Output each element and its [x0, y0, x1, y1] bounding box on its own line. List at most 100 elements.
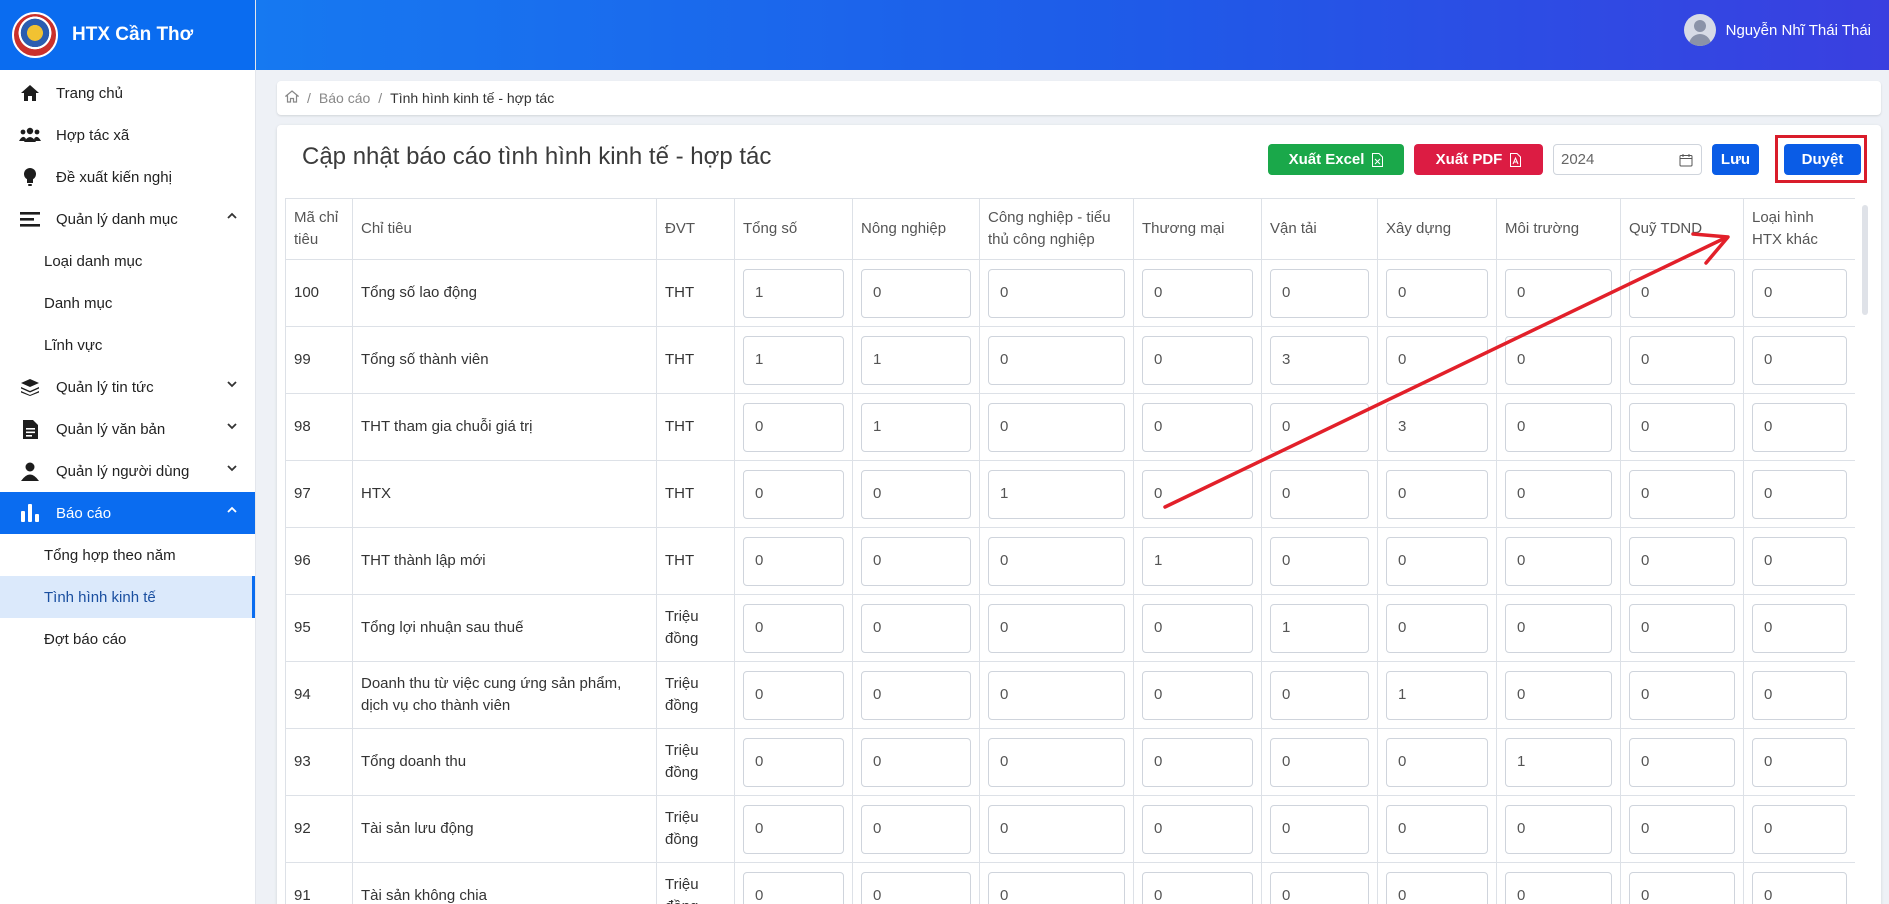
value-input[interactable]: 0 — [861, 469, 971, 519]
value-input[interactable]: 0 — [1142, 737, 1253, 787]
value-input[interactable]: 0 — [1505, 536, 1612, 586]
value-input[interactable]: 0 — [861, 871, 971, 904]
value-input[interactable]: 0 — [988, 335, 1125, 385]
value-input[interactable]: 0 — [1629, 536, 1735, 586]
value-input[interactable]: 0 — [1629, 603, 1735, 653]
sidebar-item-report-periods[interactable]: Đợt báo cáo — [0, 618, 255, 660]
value-input[interactable]: 0 — [1142, 402, 1253, 452]
value-input[interactable]: 3 — [1270, 335, 1369, 385]
value-input[interactable]: 0 — [861, 536, 971, 586]
sidebar-item-category-list[interactable]: Danh mục — [0, 282, 255, 324]
value-input[interactable]: 0 — [1270, 871, 1369, 904]
sidebar-item-category-types[interactable]: Loại danh mục — [0, 240, 255, 282]
value-input[interactable]: 0 — [1629, 804, 1735, 854]
value-input[interactable]: 0 — [1142, 603, 1253, 653]
value-input[interactable]: 0 — [1386, 871, 1488, 904]
value-input[interactable]: 1 — [988, 469, 1125, 519]
value-input[interactable]: 0 — [743, 737, 844, 787]
sidebar-item-home[interactable]: Trang chủ — [0, 72, 255, 114]
value-input[interactable]: 0 — [1752, 469, 1847, 519]
value-input[interactable]: 0 — [988, 402, 1125, 452]
value-input[interactable]: 0 — [1142, 871, 1253, 904]
value-input[interactable]: 0 — [743, 670, 844, 720]
value-input[interactable]: 0 — [1386, 804, 1488, 854]
brand[interactable]: HTX Cần Thơ — [0, 0, 255, 70]
value-input[interactable]: 1 — [861, 335, 971, 385]
value-input[interactable]: 0 — [1142, 335, 1253, 385]
value-input[interactable]: 0 — [861, 603, 971, 653]
value-input[interactable]: 0 — [1270, 402, 1369, 452]
value-input[interactable]: 0 — [1629, 737, 1735, 787]
value-input[interactable]: 0 — [1752, 402, 1847, 452]
value-input[interactable]: 0 — [988, 268, 1125, 318]
value-input[interactable]: 0 — [1505, 871, 1612, 904]
value-input[interactable]: 0 — [861, 670, 971, 720]
value-input[interactable]: 0 — [1629, 469, 1735, 519]
sidebar-item-news[interactable]: Quản lý tin tức — [0, 366, 255, 408]
year-picker[interactable]: 2024 — [1553, 144, 1702, 175]
user-menu[interactable]: Nguyễn Nhĩ Thái Thái — [1683, 14, 1871, 46]
value-input[interactable]: 0 — [1386, 335, 1488, 385]
value-input[interactable]: 0 — [988, 603, 1125, 653]
value-input[interactable]: 0 — [1629, 871, 1735, 904]
value-input[interactable]: 0 — [1505, 670, 1612, 720]
value-input[interactable]: 0 — [988, 737, 1125, 787]
value-input[interactable]: 0 — [1142, 469, 1253, 519]
home-icon[interactable] — [284, 90, 300, 106]
sidebar-item-economic-situation[interactable]: Tình hình kinh tế — [0, 576, 255, 618]
sidebar-item-reports[interactable]: Báo cáo — [0, 492, 255, 534]
value-input[interactable]: 0 — [861, 804, 971, 854]
value-input[interactable]: 0 — [1505, 268, 1612, 318]
value-input[interactable]: 0 — [743, 871, 844, 904]
value-input[interactable]: 1 — [1505, 737, 1612, 787]
value-input[interactable]: 0 — [1386, 536, 1488, 586]
value-input[interactable]: 1 — [861, 402, 971, 452]
value-input[interactable]: 0 — [1752, 268, 1847, 318]
value-input[interactable]: 0 — [1752, 804, 1847, 854]
sidebar-item-documents[interactable]: Quản lý văn bản — [0, 408, 255, 450]
value-input[interactable]: 0 — [1505, 603, 1612, 653]
breadcrumb-reports[interactable]: Báo cáo — [319, 90, 370, 106]
value-input[interactable]: 0 — [1752, 603, 1847, 653]
value-input[interactable]: 0 — [988, 804, 1125, 854]
value-input[interactable]: 1 — [1270, 603, 1369, 653]
value-input[interactable]: 0 — [1270, 536, 1369, 586]
value-input[interactable]: 0 — [988, 871, 1125, 904]
value-input[interactable]: 1 — [1142, 536, 1253, 586]
value-input[interactable]: 0 — [1752, 536, 1847, 586]
value-input[interactable]: 3 — [1386, 402, 1488, 452]
value-input[interactable]: 0 — [743, 402, 844, 452]
value-input[interactable]: 0 — [1386, 737, 1488, 787]
calendar-icon[interactable] — [1679, 153, 1693, 167]
value-input[interactable]: 0 — [1270, 737, 1369, 787]
export-pdf-button[interactable]: Xuất PDF — [1414, 144, 1543, 175]
value-input[interactable]: 0 — [1752, 871, 1847, 904]
sidebar-item-users[interactable]: Quản lý người dùng — [0, 450, 255, 492]
value-input[interactable]: 0 — [743, 536, 844, 586]
value-input[interactable]: 0 — [861, 268, 971, 318]
value-input[interactable]: 0 — [1752, 737, 1847, 787]
sidebar-item-fields[interactable]: Lĩnh vực — [0, 324, 255, 366]
sidebar-item-yearly-summary[interactable]: Tổng hợp theo năm — [0, 534, 255, 576]
value-input[interactable]: 0 — [1629, 402, 1735, 452]
value-input[interactable]: 0 — [1386, 469, 1488, 519]
sidebar-item-cooperatives[interactable]: Hợp tác xã — [0, 114, 255, 156]
value-input[interactable]: 0 — [861, 737, 971, 787]
sidebar-item-proposals[interactable]: Đề xuất kiến nghị — [0, 156, 255, 198]
value-input[interactable]: 0 — [988, 536, 1125, 586]
value-input[interactable]: 0 — [988, 670, 1125, 720]
table-scrollbar[interactable] — [1862, 205, 1868, 315]
value-input[interactable]: 0 — [1270, 670, 1369, 720]
value-input[interactable]: 0 — [1505, 335, 1612, 385]
sidebar-item-categories[interactable]: Quản lý danh mục — [0, 198, 255, 240]
value-input[interactable]: 0 — [1505, 469, 1612, 519]
value-input[interactable]: 0 — [1386, 268, 1488, 318]
value-input[interactable]: 0 — [1142, 804, 1253, 854]
value-input[interactable]: 0 — [1629, 670, 1735, 720]
value-input[interactable]: 0 — [1505, 402, 1612, 452]
value-input[interactable]: 0 — [1629, 335, 1735, 385]
value-input[interactable]: 0 — [1752, 670, 1847, 720]
value-input[interactable]: 0 — [1629, 268, 1735, 318]
value-input[interactable]: 0 — [1142, 670, 1253, 720]
value-input[interactable]: 0 — [743, 603, 844, 653]
